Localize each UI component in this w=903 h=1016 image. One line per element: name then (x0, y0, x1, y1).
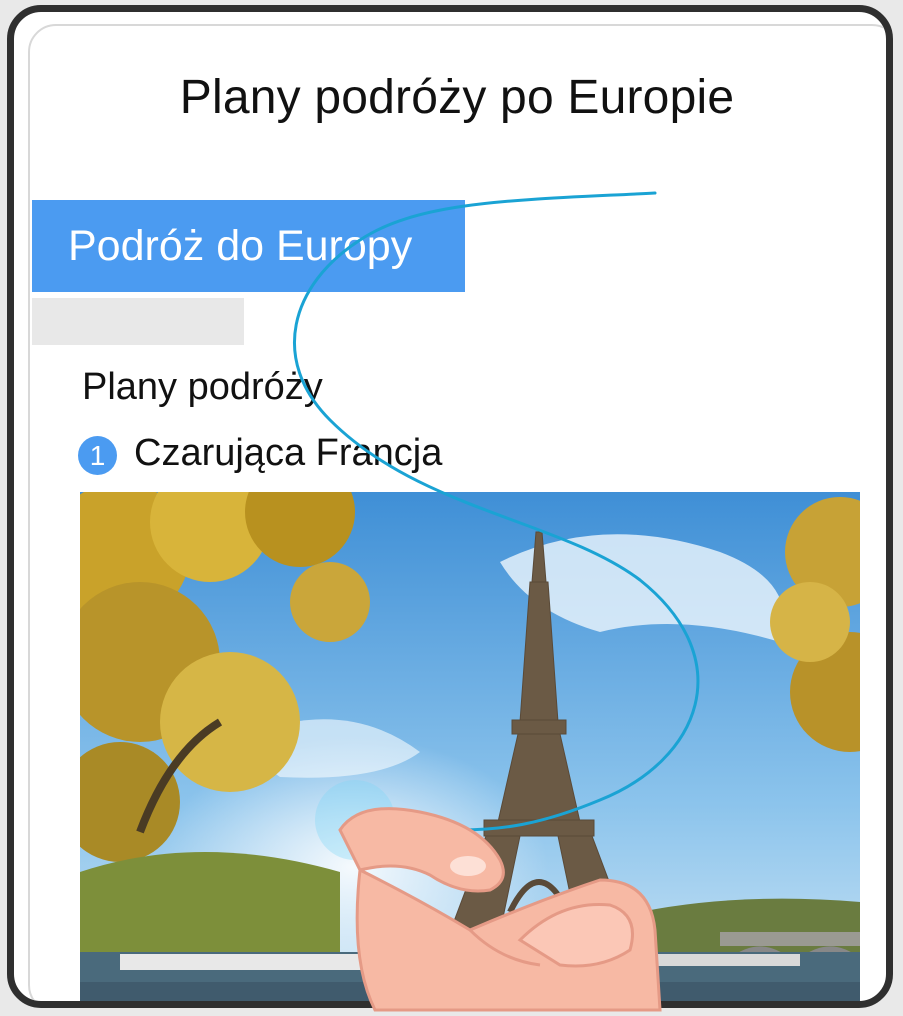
section-banner-label: Podróż do Europy (68, 221, 413, 270)
placeholder-bar (32, 298, 244, 345)
section-banner: Podróż do Europy (32, 200, 465, 292)
phone-frame: Plany podróży po Europie Podróż do Europ… (7, 5, 893, 1008)
list-item-label: Czarująca Francja (134, 431, 443, 474)
document-title: Plany podróży po Europie (179, 71, 735, 124)
number-badge: 1 (78, 436, 117, 475)
subheading: Plany podróży (82, 366, 323, 408)
eiffel-tower-photo[interactable] (80, 492, 860, 1001)
list-item[interactable]: 1 Czarująca Francja (78, 431, 442, 475)
